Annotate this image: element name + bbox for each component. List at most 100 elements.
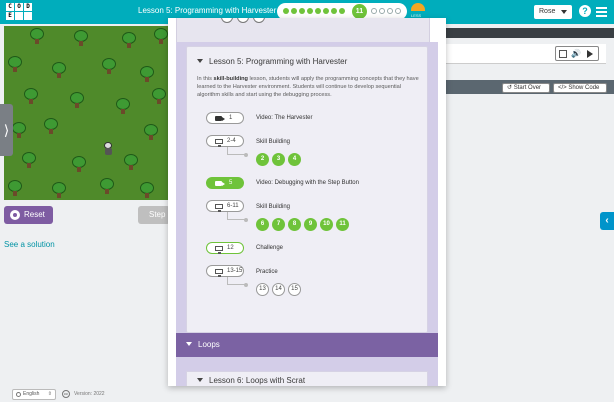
practice-pill[interactable]: 13-15 [206,265,244,277]
level-bubble[interactable]: 14 [272,283,285,296]
less-toggle-icon[interactable] [411,3,425,11]
tree [140,182,154,198]
reset-button[interactable]: Reset [4,206,53,224]
tree [140,66,154,82]
level-bubble[interactable]: 15 [288,283,301,296]
level-dot[interactable] [299,8,305,14]
caret-down-icon: ⇳ [47,391,52,397]
level-dot[interactable] [315,8,321,14]
level-dot[interactable] [339,8,345,14]
current-level-bubble[interactable]: 11 [352,4,367,19]
user-menu-button[interactable]: Rose [534,5,572,19]
tree [124,154,138,170]
level-dot[interactable] [291,8,297,14]
logo-letter: D [24,3,32,11]
level-bubble[interactable]: 4 [288,153,301,166]
hamburger-menu-icon[interactable] [596,7,607,17]
lesson-title[interactable]: Lesson 5: Programming with Harvester [138,6,276,15]
item-label: Challenge [256,245,284,251]
logo-letter: C [6,3,14,11]
collapse-icon [197,59,203,63]
tree [8,56,22,72]
level-bubble[interactable]: 12 [253,18,265,23]
language-select[interactable]: English ⇳ [12,389,56,400]
level-dot[interactable] [379,8,385,14]
text-mode-icon[interactable] [559,50,567,58]
tree [154,28,168,44]
lesson-card: Lesson 5: Programming with Harvester In … [186,46,428,333]
level-bubble[interactable]: 8 [288,218,301,231]
level-dot[interactable] [387,8,393,14]
tree [122,32,136,48]
step-button[interactable]: Step [138,206,170,224]
start-over-icon: ↺ [507,85,514,91]
version-text: Version: 2022 [74,391,105,397]
item-label: Video: Debugging with the Step Button [256,180,359,186]
help-icon[interactable]: ? [579,5,591,17]
level-dot[interactable] [283,8,289,14]
collapse-icon [186,342,192,346]
tree [30,28,44,44]
level-bubble[interactable]: 7 [272,218,285,231]
start-over-label: Start Over [513,85,542,91]
level-bubble[interactable]: 13 [256,283,269,296]
skill-building-pill[interactable]: 6-11 [206,200,244,212]
start-over-button[interactable]: ↺ Start Over [502,83,550,93]
lesson-group-section: Lesson 5: Programming with Harvester In … [176,42,438,343]
connector-line [227,212,248,222]
show-code-button[interactable]: </> Show Code [553,83,607,93]
connector-line [227,277,248,287]
level-bubble[interactable]: 6 [256,218,269,231]
level-dot[interactable] [395,8,401,14]
tree [44,118,58,134]
lesson-card-title-text: Lesson 6: Loops with Scrat [209,376,306,385]
globe-icon [16,392,21,397]
level-dot[interactable] [331,8,337,14]
collapse-instructions-tab[interactable]: ⟩ [0,104,13,156]
lesson-overview-popup[interactable]: 10 11 12 Lesson 5: Programming with Harv… [168,18,446,386]
computer-icon [215,269,223,277]
skill-building-pill[interactable]: 2-4 [206,135,244,147]
video-level-pill[interactable]: 1 [206,112,244,124]
tree [102,58,116,74]
collapse-icon [197,378,203,382]
level-bubble[interactable]: 10 [320,218,333,231]
logo-letter: O [15,3,23,11]
video-level-pill[interactable]: 5 [206,177,244,189]
tree [74,30,88,46]
level-dot[interactable] [323,8,329,14]
lesson-card-title[interactable]: Lesson 5: Programming with Harvester [197,57,347,66]
desc-emphasis: skill-building [213,76,248,82]
video-camera-icon [215,181,225,186]
level-bubble[interactable]: 9 [304,218,317,231]
cc-icon[interactable]: cc [62,390,70,398]
lesson-card[interactable]: Lesson 6: Loops with Scrat [186,371,428,386]
play-icon[interactable] [587,50,593,58]
tree [72,156,86,172]
computer-icon [215,246,223,254]
level-dot[interactable] [307,8,313,14]
tree [100,178,114,194]
level-bubble[interactable]: 10 [221,18,233,23]
audio-controls[interactable]: 🔊 [555,46,599,61]
loops-section-header[interactable]: Loops [176,333,438,357]
caret-down-icon [561,10,567,14]
user-name: Rose [539,8,556,15]
item-label: Practice [256,269,278,275]
level-bubble[interactable]: 3 [272,153,285,166]
code-org-logo[interactable]: C O D E [6,3,36,21]
computer-icon [215,139,223,147]
game-canvas[interactable] [4,26,168,200]
reset-label: Reset [24,210,45,219]
level-bubble[interactable]: 11 [336,218,349,231]
tree [70,92,84,108]
see-solution-link[interactable]: See a solution [4,240,55,249]
speaker-icon[interactable]: 🔊 [571,49,581,58]
level-bubble[interactable]: 2 [256,153,269,166]
level-bubble[interactable]: 11 [237,18,249,23]
expand-panel-tab[interactable]: ‹ [600,212,614,230]
video-camera-icon [215,116,225,121]
loops-section: Lesson 6: Loops with Scrat [176,357,438,386]
challenge-pill[interactable]: 12 [206,242,244,254]
level-dot[interactable] [371,8,377,14]
